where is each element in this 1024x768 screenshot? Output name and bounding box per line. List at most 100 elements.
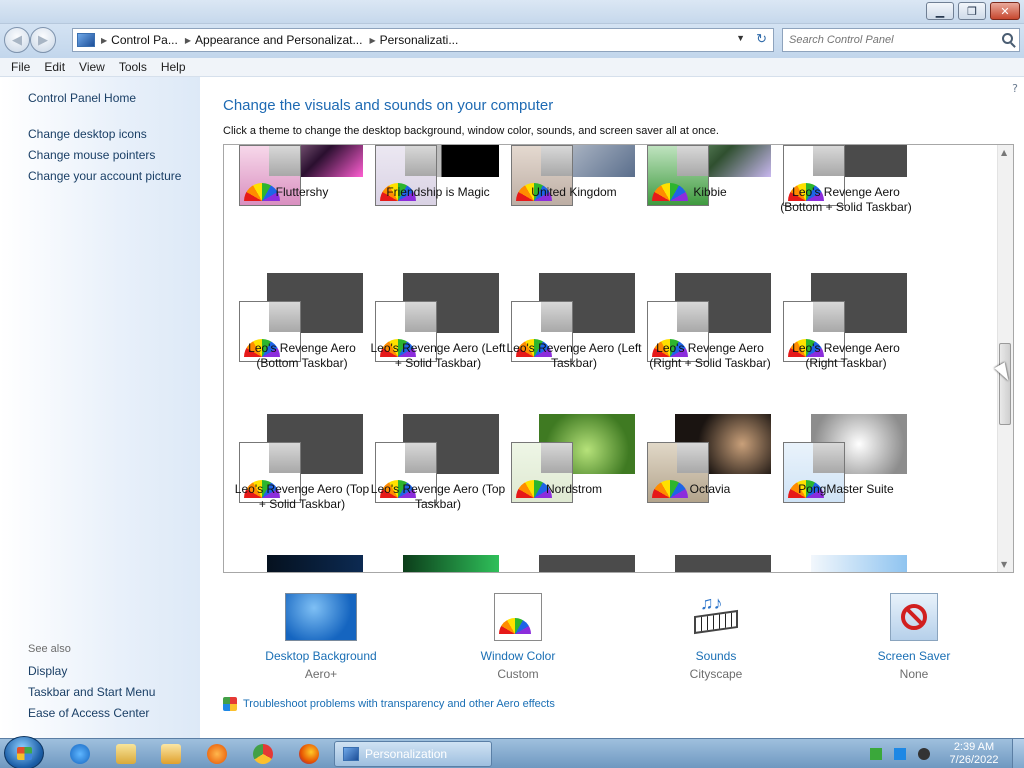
theme-item[interactable]: Friendship is Magic [375,145,511,242]
theme-name: Leo's Revenge Aero (Top + Solid Taskbar) [234,482,370,511]
screen-saver-label[interactable]: Screen Saver [834,649,994,663]
theme-item[interactable]: Leo's Revenge Aero (Top + Solid Taskbar) [235,414,375,539]
theme-item[interactable]: Leo's Revenge Aero (Bottom Taskbar) [239,273,375,398]
theme-name: Leo's Revenge Aero (Right Taskbar) [792,341,900,370]
troubleshoot-link[interactable]: Troubleshoot problems with transparency … [223,697,555,711]
theme-name: Nordstrom [545,482,602,496]
theme-item[interactable]: Octavia [647,414,783,539]
theme-name: Leo's Revenge Aero (Left + Solid Taskbar… [370,341,506,370]
menu-view[interactable]: View [72,60,112,74]
sounds-value: Cityscape [689,667,743,681]
main-content: ? Change the visuals and sounds on your … [200,77,1024,738]
monitor-icon[interactable] [894,748,906,760]
theme-item[interactable]: Kibbie [647,145,783,242]
menu-help[interactable]: Help [154,60,193,74]
sidebar-display[interactable]: Display [28,664,67,678]
theme-item[interactable]: United Kingdom [511,145,647,242]
troubleshoot-icon [223,697,237,711]
theme-item[interactable]: Leo's Revenge Aero (Top Taskbar) [371,414,511,539]
maximize-button[interactable]: ❐ [958,2,986,20]
theme-item[interactable] [511,555,647,572]
theme-item[interactable]: Leo's Revenge Aero (Bottom + Solid Taskb… [780,145,919,242]
troubleshoot-link-text[interactable]: Troubleshoot problems with transparency … [243,698,555,710]
taskbar-window-personalization[interactable]: Personalization [334,741,492,767]
no-symbol-icon [901,604,927,630]
internet-explorer-icon[interactable] [70,744,90,764]
chrome-icon[interactable] [253,744,273,764]
help-icon[interactable]: ? [1012,82,1018,95]
theme-item[interactable] [239,555,375,572]
search-input[interactable] [789,34,989,46]
refresh-icon[interactable]: ↻ [756,31,767,47]
theme-item[interactable]: Leo's Revenge Aero (Right Taskbar) [783,273,919,398]
theme-item[interactable]: Leo's Revenge Aero (Left Taskbar) [506,273,647,398]
scrollbar-thumb[interactable] [999,343,1011,425]
arrow-left-icon: ◀ [12,32,22,48]
control-panel-icon [77,33,95,47]
sounds-icon: ♫♪ [690,593,742,641]
theme-list[interactable]: Fluttershy Friendship is Magic United Ki… [223,144,1014,573]
forward-button[interactable]: ▶ [30,27,56,53]
search-box[interactable] [782,28,1020,52]
theme-item[interactable]: Leo's Revenge Aero (Left + Solid Taskbar… [370,273,511,398]
theme-name: Leo's Revenge Aero (Right + Solid Taskba… [649,341,771,370]
theme-name: Fluttershy [275,185,329,199]
breadcrumb-personalization[interactable]: Personalizati... [376,33,466,47]
desktop-background-value: Aero+ [304,667,338,681]
start-button[interactable] [4,736,44,768]
theme-item[interactable]: Leo's Revenge Aero (Right + Solid Taskba… [647,273,783,398]
search-icon[interactable] [1002,33,1013,44]
theme-item[interactable] [783,555,919,572]
navigation-bar: ◀ ▶ ▶ Control Pa... ▶ Appearance and Per… [0,24,1024,58]
back-button[interactable]: ◀ [4,27,30,53]
chevron-down-icon[interactable]: ▼ [736,33,745,43]
sounds-setting[interactable]: ♫♪ Sounds Cityscape [636,593,796,681]
desktop-background-label[interactable]: Desktop Background [241,649,401,663]
desktop-background-setting[interactable]: Desktop Background Aero+ [241,593,401,681]
window-color-value: Custom [497,667,539,681]
theme-item[interactable]: PongMaster Suite [783,414,919,539]
theme-item[interactable] [375,555,511,572]
sidebar-change-account-picture[interactable]: Change your account picture [28,169,181,183]
media-player-icon[interactable] [161,744,181,764]
sidebar-control-panel-home[interactable]: Control Panel Home [28,91,136,105]
sidebar-change-desktop-icons[interactable]: Change desktop icons [28,127,147,141]
screen-saver-icon [890,593,938,641]
theme-item[interactable]: Nordstrom [511,414,647,539]
minimize-button[interactable]: ▁ [926,2,954,20]
paint-icon[interactable] [207,744,227,764]
maximize-icon: ❐ [967,4,977,18]
menu-edit[interactable]: Edit [37,60,72,74]
sidebar-ease-of-access[interactable]: Ease of Access Center [28,706,149,720]
vertical-scrollbar[interactable]: ▲ ▼ [997,145,1013,572]
sounds-label[interactable]: Sounds [636,649,796,663]
close-button[interactable]: ✕ [990,2,1020,20]
system-clock[interactable]: 2:39 AM 7/26/2022 [942,741,1006,767]
volume-icon[interactable] [918,748,930,760]
theme-item[interactable]: Fluttershy [239,145,375,242]
window-color-setting[interactable]: Window Color Custom [438,593,598,681]
scroll-down-arrow-icon[interactable]: ▼ [1001,560,1007,569]
theme-item[interactable] [647,555,783,572]
breadcrumb-appearance[interactable]: Appearance and Personalizat... [191,33,369,47]
theme-name: Friendship is Magic [386,185,490,199]
show-desktop-button[interactable] [1012,739,1024,768]
theme-background-thumbnail [675,555,771,572]
window-color-label[interactable]: Window Color [438,649,598,663]
theme-name: Octavia [689,482,731,496]
screen-saver-setting[interactable]: Screen Saver None [834,593,994,681]
sidebar: Control Panel Home Change desktop icons … [0,77,200,738]
address-bar[interactable]: ▶ Control Pa... ▶ Appearance and Persona… [72,28,774,52]
sidebar-change-mouse-pointers[interactable]: Change mouse pointers [28,148,155,162]
screen-saver-value: None [899,667,929,681]
firefox-icon[interactable] [299,744,319,764]
scroll-up-arrow-icon[interactable]: ▲ [1001,148,1007,157]
music-notes-icon: ♫♪ [700,593,723,613]
sidebar-taskbar-start-menu[interactable]: Taskbar and Start Menu [28,685,155,699]
desktop-background-thumbnail [285,593,357,641]
breadcrumb-control-panel[interactable]: Control Pa... [107,33,185,47]
network-icon[interactable] [870,748,882,760]
menu-file[interactable]: File [4,60,37,74]
file-explorer-icon[interactable] [116,744,136,764]
menu-tools[interactable]: Tools [112,60,154,74]
